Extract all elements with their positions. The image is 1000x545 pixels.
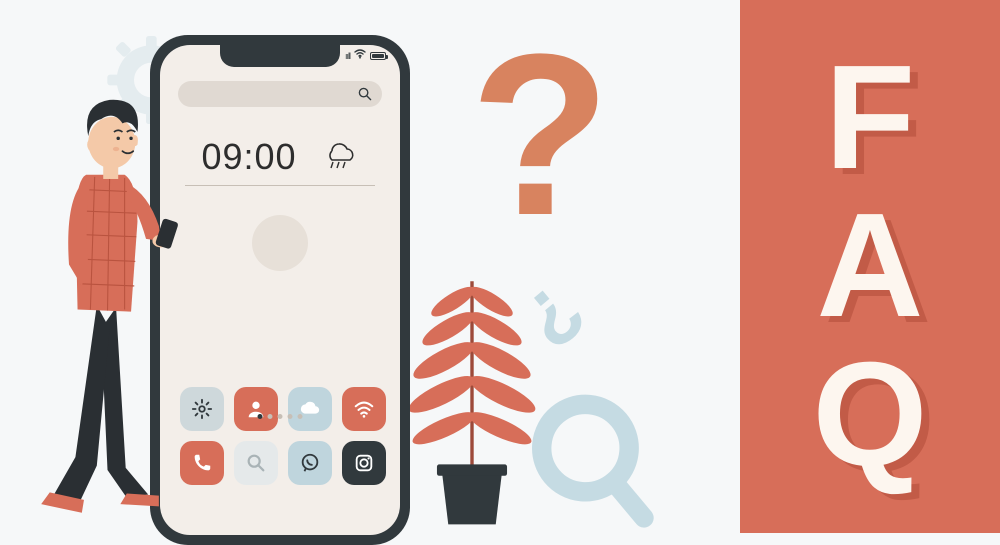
wifi-icon <box>353 398 375 420</box>
cloud-app[interactable] <box>288 387 332 431</box>
contacts-app[interactable] <box>234 387 278 431</box>
wifi-app[interactable] <box>342 387 386 431</box>
app-grid <box>180 387 380 485</box>
search-icon <box>245 452 267 474</box>
instagram-icon <box>353 452 375 474</box>
person-illustration <box>20 72 210 532</box>
instagram-app[interactable] <box>342 441 386 485</box>
clock-time: 09:00 <box>201 136 296 178</box>
wifi-status-icon <box>354 49 366 62</box>
phone-notch <box>220 45 340 67</box>
clock-widget: 09:00 <box>185 135 375 186</box>
faq-letter-q: Q <box>812 345 927 486</box>
decorative-circle <box>252 215 308 271</box>
search-icon <box>358 87 372 101</box>
whatsapp-app[interactable] <box>288 441 332 485</box>
page-indicator <box>258 414 303 419</box>
plant-illustration <box>407 270 537 530</box>
battery-icon <box>370 52 386 60</box>
faq-panel: F A Q <box>740 0 1000 533</box>
faq-letter-a: A <box>817 196 924 337</box>
question-mark-large-icon: ? <box>470 20 611 250</box>
whatsapp-icon <box>299 452 321 474</box>
status-bar: ııll <box>345 49 386 62</box>
signal-icon: ııll <box>345 51 350 61</box>
faq-letter-f: F <box>825 48 915 189</box>
magnifier-icon <box>530 370 700 540</box>
weather-rain-icon <box>321 135 359 179</box>
search-app[interactable] <box>234 441 278 485</box>
